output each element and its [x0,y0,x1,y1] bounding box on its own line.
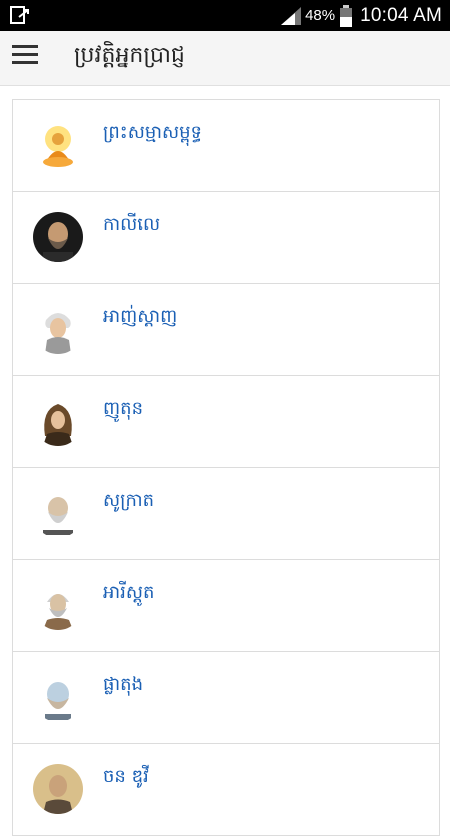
list-item[interactable]: កាលីលេ [13,192,439,284]
plato-avatar [33,672,83,722]
list-item-label: សូក្រាត [103,490,155,511]
socrates-avatar [33,488,83,538]
hamburger-menu-icon[interactable] [12,45,38,71]
galileo-avatar [33,212,83,262]
newton-avatar [33,396,83,446]
status-bar: 48% 10:04 AM [0,0,450,31]
buddha-avatar [33,120,83,170]
list-item-label: ញូតុន [103,398,143,419]
page-title: ប្រវត្តិអ្នកប្រាជ្ញ [74,43,185,68]
list-item[interactable]: ចន ឌូវី [13,744,439,836]
list-item-label: ព្រះសម្មាសម្ពុទ្ធ [103,122,202,143]
list-item-label: ចន ឌូវី [103,766,149,787]
clock: 10:04 AM [360,4,442,26]
list-item-label: អារីស្តូត [103,582,155,603]
dewey-avatar [33,764,83,814]
list-item[interactable]: ញូតុន [13,376,439,468]
scholars-list: ព្រះសម្មាសម្ពុទ្ធ កាលីលេ អាញ់ស្តាញ ញូតុន [12,99,440,836]
list-item-label: កាលីលេ [103,214,161,235]
battery-percent: 48% [305,7,336,24]
einstein-avatar [33,304,83,354]
signal-strength-icon [281,6,302,25]
app-bar: ប្រវត្តិអ្នកប្រាជ្ញ [0,31,450,86]
list-item[interactable]: សូក្រាត [13,468,439,560]
list-item[interactable]: អារីស្តូត [13,560,439,652]
list-item[interactable]: អាញ់ស្តាញ [13,284,439,376]
list-item[interactable]: ផ្លាតុង [13,652,439,744]
aristotle-avatar [33,580,83,630]
battery-icon [340,4,353,27]
notification-file-icon [10,6,29,24]
list-item-label: ផ្លាតុង [103,674,143,695]
list-item[interactable]: ព្រះសម្មាសម្ពុទ្ធ [13,100,439,192]
list-item-label: អាញ់ស្តាញ [103,306,178,327]
